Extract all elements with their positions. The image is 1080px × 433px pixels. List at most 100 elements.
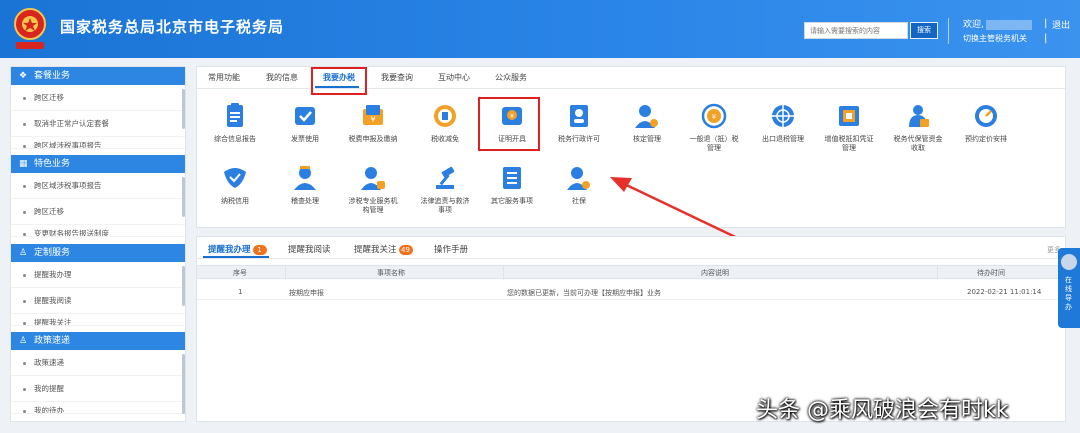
row-index: 1 (238, 288, 243, 296)
sidebar-item[interactable]: 跨区域涉税事项报告 (11, 137, 185, 149)
sidebar-section-package: ❖ 套餐业务 跨区迁移 取消非正常户认定套餐 跨区域涉税事项报告 (11, 67, 185, 149)
money-bag-icon (880, 101, 956, 131)
logout-link[interactable]: 退出 (1052, 18, 1070, 31)
sidebar-scrollbar[interactable] (182, 177, 185, 217)
service-heart-shield[interactable]: 纳税信用 (197, 163, 273, 206)
inspector-icon (267, 163, 343, 193)
sidebar-item[interactable]: 提醒我阅读 (11, 288, 185, 314)
reminder-tabs: 提醒我办理 1 提醒我阅读 提醒我关注 49 操作手册 更多 (197, 237, 1065, 259)
sidebar-head-special[interactable]: ▦ 特色业务 (11, 155, 185, 173)
service-voucher[interactable]: 增值税抵扣凭证 管理 (811, 101, 887, 153)
service-label: 法律追责与救济 事项 (420, 197, 470, 214)
service-globe[interactable]: 出口退税管理 (745, 101, 821, 144)
blurred-username (985, 19, 1032, 30)
service-label: 发票使用 (291, 135, 319, 143)
svg-text:¥: ¥ (370, 115, 375, 124)
service-label: 增值税抵扣凭证 管理 (824, 135, 874, 152)
sidebar-head-custom[interactable]: ♙ 定制服务 (11, 244, 185, 262)
sidebar-item[interactable]: 取消非正常户认定套餐 (11, 111, 185, 137)
globe-icon (745, 101, 821, 131)
service-money-bag[interactable]: 税务代保管资金 收取 (880, 101, 956, 153)
count-badge: 1 (252, 244, 267, 255)
tab-query[interactable]: 我要查询 (381, 72, 413, 83)
online-guide-label: 在线导办 (1065, 276, 1072, 311)
refund-icon: ¥ (676, 101, 752, 131)
grid-icon: ▦ (19, 159, 28, 169)
tab-remind-read[interactable]: 提醒我阅读 (288, 243, 331, 255)
service-gavel[interactable]: 法律追责与救济 事项 (407, 163, 483, 215)
sidebar-head-policy[interactable]: ♙ 政策速递 (11, 332, 185, 350)
tab-my-info[interactable]: 我的信息 (266, 72, 298, 83)
watermark: 头条 @乘风破浪会有时kk (756, 398, 1009, 423)
sidebar-item[interactable]: 跨区域涉税事项报告 (11, 173, 185, 199)
table-row[interactable]: 1 按期应申报 您的数据已更新，当前可办理【按期应申报】业务 2022-02-2… (197, 286, 1065, 300)
top-header: 国家税务总局北京市电子税务局 搜索 欢迎, 切换主管税务机关 | | 退出 (0, 0, 1080, 58)
col-header: 内容说明 (701, 269, 729, 277)
assistant-avatar-icon (1061, 254, 1077, 270)
service-label: 预约定价安排 (965, 135, 1007, 143)
service-label: 综合信息报告 (214, 135, 256, 143)
tab-manual[interactable]: 操作手册 (434, 243, 468, 255)
search-input[interactable] (804, 22, 908, 39)
sidebar-item[interactable]: 变更财务报告报送制度 (11, 225, 185, 237)
sidebar-item[interactable]: 我的待办 (11, 402, 185, 414)
sidebar-head-package[interactable]: ❖ 套餐业务 (11, 67, 185, 85)
tab-remind-follow[interactable]: 提醒我关注 49 (354, 243, 413, 255)
tab-common[interactable]: 常用功能 (208, 72, 240, 83)
table-header: 序号 事项名称 内容说明 待办时间 (197, 265, 1065, 280)
sidebar-item[interactable]: 我的提醒 (11, 376, 185, 402)
switch-tax-office-link[interactable]: 切换主管税务机关 (963, 33, 1027, 44)
service-label: 税务行政许可 (558, 135, 600, 143)
sidebar-item[interactable]: 提醒我关注 (11, 314, 185, 326)
service-agent[interactable]: 涉税专业服务机 构管理 (335, 163, 411, 215)
service-inspector[interactable]: 稽查处理 (267, 163, 343, 206)
service-refund[interactable]: ¥ 一般退（抵）税 管理 (676, 101, 752, 153)
highlight-box-certificate (478, 97, 540, 151)
service-clipboard[interactable]: 综合信息报告 (197, 101, 273, 144)
heart-shield-icon (197, 163, 273, 193)
service-user-gear[interactable]: 核定管理 (609, 101, 685, 144)
service-invoice[interactable]: 发票使用 (267, 101, 343, 144)
sidebar-item[interactable]: 提醒我办理 (11, 262, 185, 288)
sidebar-section-special: ▦ 特色业务 跨区域涉税事项报告 跨区迁移 变更财务报告报送制度 (11, 155, 185, 237)
sidebar-scrollbar[interactable] (182, 354, 185, 414)
row-item-name[interactable]: 按期应申报 (289, 288, 324, 298)
tab-interaction[interactable]: 互动中心 (438, 72, 470, 83)
service-coin[interactable]: 税收减免 (407, 101, 483, 144)
sidebar-section-custom: ♙ 定制服务 提醒我办理 提醒我阅读 提醒我关注 (11, 244, 185, 326)
online-guide-widget[interactable]: 在线导办 (1058, 248, 1080, 328)
service-label: 核定管理 (633, 135, 661, 143)
active-tab-underline (203, 256, 269, 258)
service-badge-person[interactable]: 税务行政许可 (541, 101, 617, 144)
row-time: 2022-02-21 11:01:14 (967, 288, 1042, 296)
service-list[interactable]: 其它服务事项 (474, 163, 550, 206)
col-header: 事项名称 (377, 269, 405, 277)
sidebar-item[interactable]: 跨区迁移 (11, 199, 185, 225)
header-pipe: | (1044, 18, 1048, 29)
search-button[interactable]: 搜索 (910, 22, 938, 39)
service-label: 稽查处理 (291, 197, 319, 205)
tax-emblem-icon (14, 8, 46, 49)
count-badge: 49 (398, 244, 413, 255)
tab-public-service[interactable]: 公众服务 (495, 72, 527, 83)
col-header: 待办时间 (977, 269, 1005, 277)
service-gauge[interactable]: 预约定价安排 (948, 101, 1024, 144)
sidebar-scrollbar[interactable] (182, 89, 185, 129)
gavel-icon (407, 163, 483, 193)
service-label: 纳税信用 (221, 197, 249, 205)
service-label: 其它服务事项 (491, 197, 533, 205)
sidebar-scrollbar[interactable] (182, 266, 185, 306)
svg-text:¥: ¥ (712, 113, 717, 121)
sidebar-item[interactable]: 跨区迁移 (11, 85, 185, 111)
header-pipe: | (1044, 33, 1048, 44)
sidebar-item[interactable]: 政策速递 (11, 350, 185, 376)
tab-remind-handle[interactable]: 提醒我办理 1 (208, 243, 267, 255)
clipboard-icon (197, 101, 273, 131)
service-wallet[interactable]: ¥ 税费申报及缴纳 (335, 101, 411, 144)
service-label: 税收减免 (431, 135, 459, 143)
highlight-box-tab (311, 67, 367, 95)
service-label: 一般退（抵）税 管理 (689, 135, 739, 152)
sidebar: ❖ 套餐业务 跨区迁移 取消非正常户认定套餐 跨区域涉税事项报告 ▦ 特色业务 跨区… (10, 66, 186, 422)
cube-icon: ❖ (19, 71, 28, 81)
list-icon (474, 163, 550, 193)
